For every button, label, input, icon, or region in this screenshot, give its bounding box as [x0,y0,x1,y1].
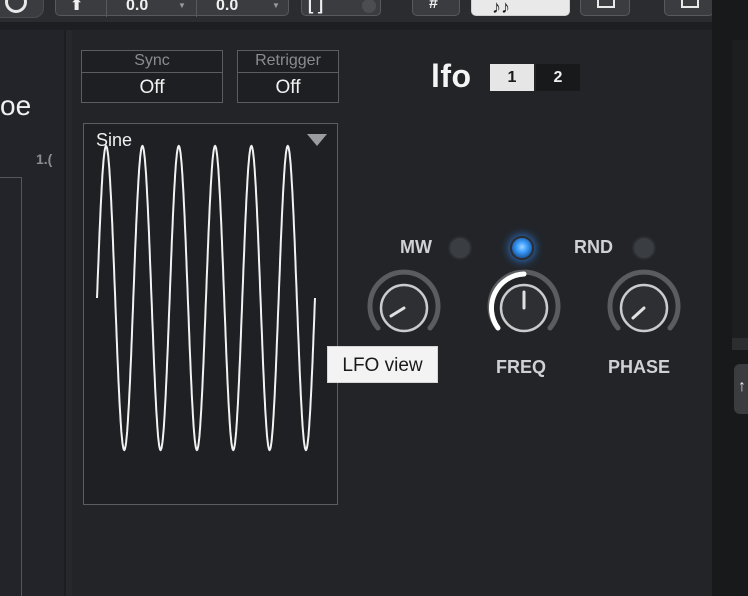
freq-knob[interactable] [484,268,564,348]
left-panel: oe 1.( [0,30,64,596]
lfo-tab-2[interactable]: 2 [536,64,580,91]
left-panel-display [0,177,22,596]
right-edge-panel: ↑ [712,0,748,596]
rnd-label: RND [574,237,613,257]
retrigger-label: Retrigger [255,52,321,69]
mw-label: MW [400,237,432,257]
arrow-up-icon: ↑ [738,378,746,395]
sine-wave [96,144,316,452]
value-1-stepper-icon[interactable]: ▼ [178,1,186,10]
value-field-2[interactable]: 0.0 [216,0,238,15]
bracket-icon: [ ] [308,0,324,14]
lfo-title: lfo [431,58,472,94]
square-icon [597,0,615,8]
bracket-button[interactable]: [ ] [301,0,381,16]
value-group: ⬆ 0.0 ▼ 0.0 ▼ [55,0,289,17]
rnd-led[interactable] [632,236,656,260]
tooltip: LFO view [327,346,438,383]
value-2-stepper-icon[interactable]: ▼ [272,1,280,10]
left-panel-number: 1.( [36,151,53,167]
phase-knob[interactable] [604,268,684,348]
top-toolbar: ⬆ 0.0 ▼ 0.0 ▼ [ ] # ♪♪ [0,0,748,22]
left-panel-title: oe [0,90,32,121]
phase-label: PHASE [608,357,671,377]
value-field-1[interactable]: 0.0 [126,0,148,15]
hash-button[interactable]: # [412,0,460,16]
power-button[interactable] [0,0,44,18]
lfo-tab-1[interactable]: 1 [490,64,534,91]
app-window: ⬆ 0.0 ▼ 0.0 ▼ [ ] # ♪♪ oe 1.(Sync Off R… [0,0,748,596]
right-edge-button[interactable]: ↑ [734,364,748,414]
dot-icon [362,0,376,13]
waveform-display [96,144,316,452]
retrigger-control[interactable]: Retrigger Off [237,50,339,103]
arrow-up-icon[interactable]: ⬆ [70,0,83,15]
lfo-waveform-view[interactable]: Sine [83,123,338,505]
waveform-select[interactable]: Sine [96,130,132,151]
sync-label: Sync [134,52,170,69]
sync-value[interactable]: Off [82,75,222,101]
hash-icon: # [429,0,438,12]
window-icon [681,0,699,8]
freq-label: FREQ [496,357,547,377]
retrigger-value[interactable]: Off [238,75,338,101]
chevron-down-icon[interactable] [307,134,327,148]
window-button[interactable] [664,0,714,16]
note-button[interactable]: ♪♪ [471,0,570,17]
note-icon: ♪♪ [492,0,510,17]
sync-control[interactable]: Sync Off [81,50,223,103]
mw-led[interactable] [448,236,472,260]
mw-knob[interactable] [364,268,444,348]
circle-icon [5,0,27,13]
freq-led[interactable] [510,236,534,260]
square-button[interactable] [580,0,630,16]
